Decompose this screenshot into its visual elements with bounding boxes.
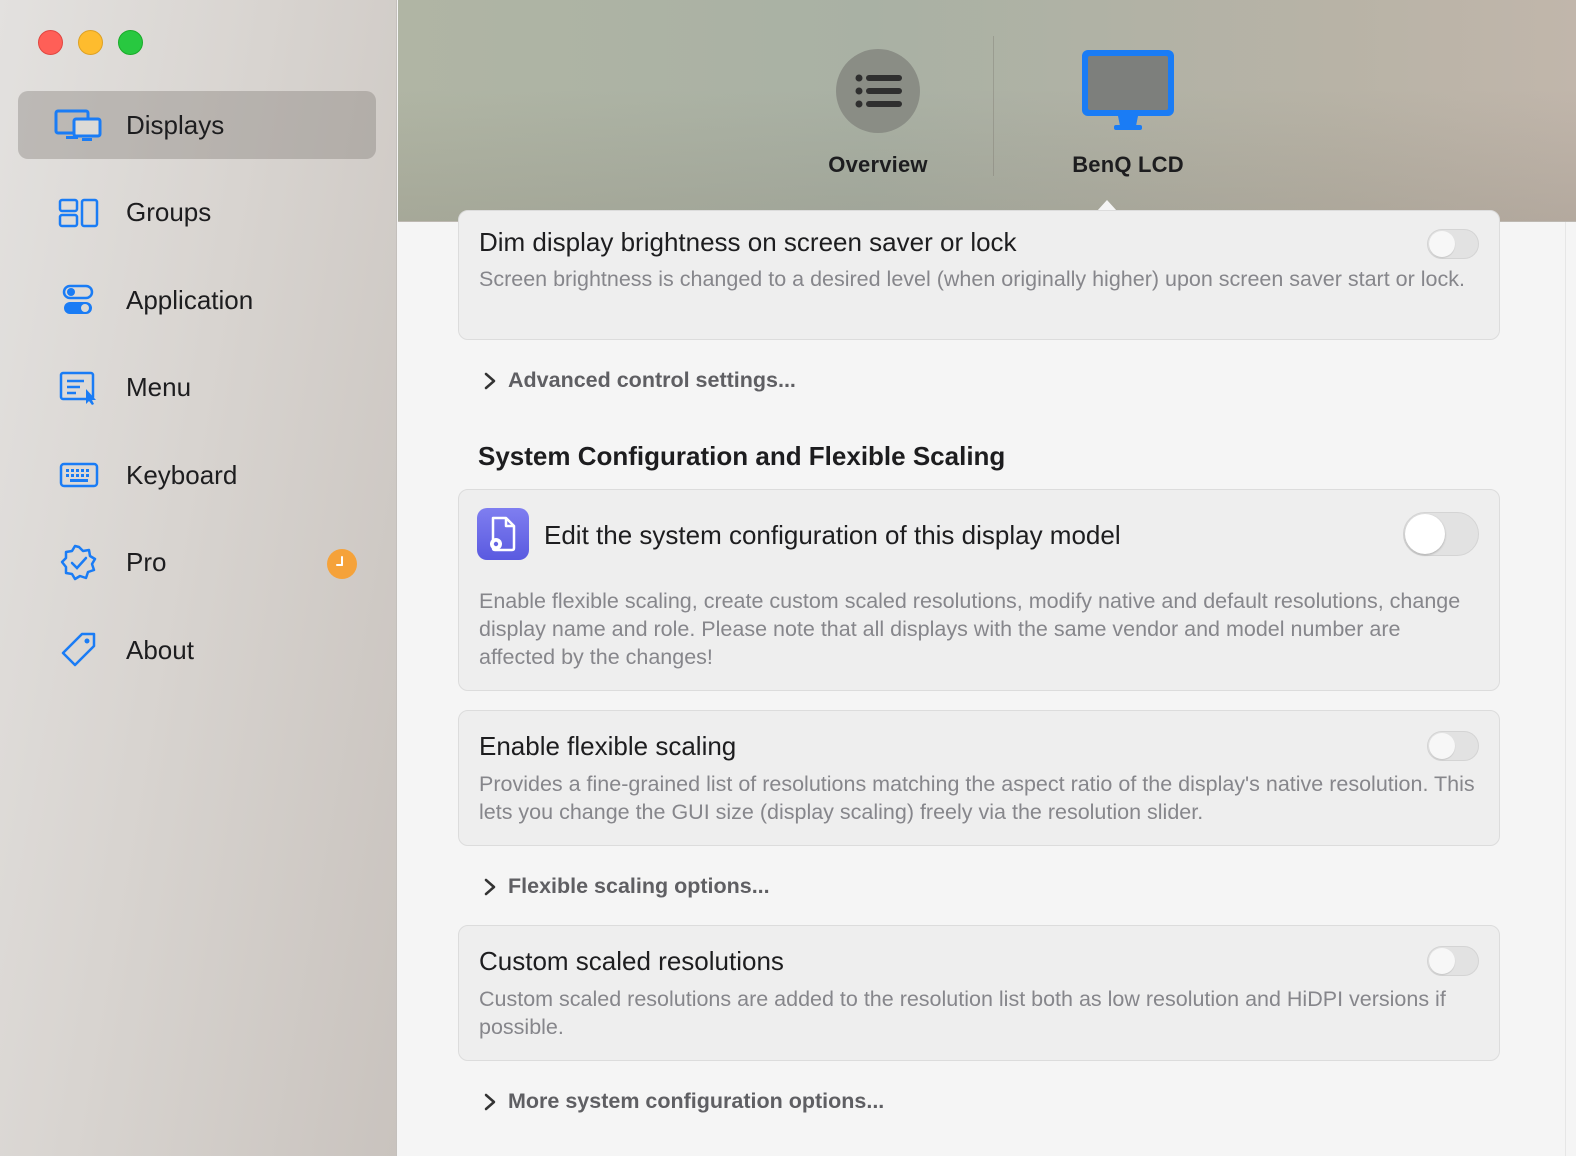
config-document-icon	[477, 508, 529, 560]
window-controls	[38, 30, 143, 55]
toggles-icon	[54, 280, 104, 320]
more-system-configuration-disclosure[interactable]: More system configuration options...	[482, 1089, 884, 1114]
card-title: Dim display brightness on screen saver o…	[479, 227, 1017, 257]
tag-icon	[54, 630, 104, 670]
keyboard-icon	[54, 455, 104, 495]
tab-label: Overview	[828, 152, 928, 177]
custom-resolutions-toggle[interactable]	[1427, 946, 1479, 976]
tab-overview[interactable]: Overview	[803, 48, 953, 178]
sidebar-item-label: Application	[126, 284, 254, 315]
sidebar-item-label: Displays	[126, 109, 225, 140]
edit-config-card: Edit the system configuration of this di…	[458, 489, 1500, 691]
sidebar-nav: Displays Groups Application Menu Keyboar…	[18, 91, 376, 704]
displays-icon	[54, 105, 104, 145]
sidebar-item-label: Groups	[126, 197, 212, 227]
sidebar-item-label: Pro	[126, 547, 167, 577]
sidebar-item-menu[interactable]: Menu	[18, 354, 376, 422]
monitor-icon	[1082, 50, 1174, 130]
disclosure-label: Flexible scaling options...	[508, 874, 770, 898]
sidebar-item-keyboard[interactable]: Keyboard	[18, 441, 376, 509]
card-title: Enable flexible scaling	[479, 731, 737, 761]
sidebar-item-application[interactable]: Application	[18, 266, 376, 334]
card-title: Edit the system configuration of this di…	[544, 520, 1121, 550]
minimize-window-button[interactable]	[78, 30, 103, 55]
header-toolbar: Overview BenQ LCD	[398, 0, 1576, 222]
card-description: Custom scaled resolutions are added to t…	[479, 987, 1446, 1039]
flexible-scaling-options-disclosure[interactable]: Flexible scaling options...	[482, 874, 770, 899]
sidebar: Displays Groups Application Menu Keyboar…	[0, 0, 397, 1156]
tab-divider	[993, 36, 994, 176]
advanced-control-settings-disclosure[interactable]: Advanced control settings...	[482, 368, 796, 393]
tab-label: BenQ LCD	[1072, 152, 1184, 177]
dim-brightness-toggle[interactable]	[1427, 229, 1479, 259]
chevron-right-icon	[484, 1093, 496, 1110]
sidebar-item-about[interactable]: About	[18, 616, 376, 684]
sidebar-item-pro[interactable]: Pro	[18, 529, 376, 597]
menu-cursor-icon	[54, 368, 104, 408]
edit-config-toggle[interactable]	[1403, 512, 1479, 556]
disclosure-label: Advanced control settings...	[508, 368, 796, 392]
groups-icon	[54, 193, 104, 233]
card-description: Provides a fine-grained list of resoluti…	[479, 772, 1475, 824]
main-content[interactable]: Dim display brightness on screen saver o…	[398, 210, 1576, 1156]
card-title: Custom scaled resolutions	[479, 946, 784, 976]
card-description: Enable flexible scaling, create custom s…	[479, 589, 1461, 669]
chevron-right-icon	[484, 372, 496, 389]
sidebar-item-displays[interactable]: Displays	[18, 91, 376, 159]
card-description: Screen brightness is changed to a desire…	[479, 267, 1465, 291]
sidebar-item-label: Menu	[126, 372, 192, 402]
section-title: System Configuration and Flexible Scalin…	[478, 441, 1006, 471]
tab-benq-lcd[interactable]: BenQ LCD	[1028, 48, 1228, 178]
scrollbar-track[interactable]	[1565, 222, 1576, 1156]
custom-resolutions-card: Custom scaled resolutions Custom scaled …	[458, 925, 1500, 1061]
sidebar-item-groups[interactable]: Groups	[18, 179, 376, 247]
verified-badge-icon	[54, 543, 104, 583]
flexible-scaling-card: Enable flexible scaling Provides a fine-…	[458, 710, 1500, 846]
disclosure-label: More system configuration options...	[508, 1089, 885, 1113]
clock-icon	[327, 548, 357, 579]
list-icon	[836, 49, 920, 133]
close-window-button[interactable]	[38, 30, 63, 55]
flexible-scaling-toggle[interactable]	[1427, 731, 1479, 761]
dim-brightness-card: Dim display brightness on screen saver o…	[458, 210, 1500, 340]
sidebar-item-label: About	[126, 634, 194, 665]
chevron-right-icon	[484, 878, 496, 895]
sidebar-item-label: Keyboard	[126, 459, 238, 490]
zoom-window-button[interactable]	[118, 30, 143, 55]
